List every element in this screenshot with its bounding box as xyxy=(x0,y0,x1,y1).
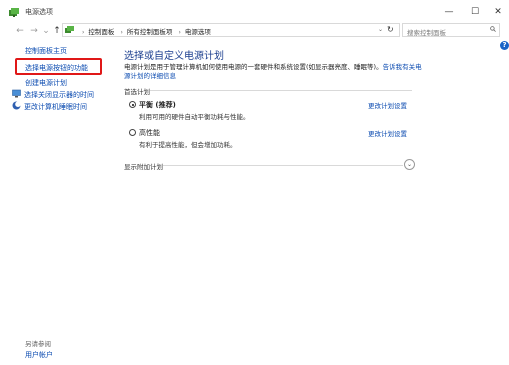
show-additional-plans-label[interactable]: 显示附加计划 xyxy=(124,161,163,171)
balanced-change-settings-link[interactable]: 更改计划设置 xyxy=(368,100,407,110)
monitor-icon xyxy=(12,89,21,98)
balanced-plan-name[interactable]: 平衡 (推荐) xyxy=(139,100,176,110)
see-also-label: 另请参阅 xyxy=(25,340,51,348)
description-text: 电源计划是用于管理计算机如何使用电源的一套硬件和系统设置(如显示器亮度、睡眠等)… xyxy=(124,63,383,71)
divider xyxy=(150,90,412,91)
high-performance-radio[interactable] xyxy=(129,129,136,136)
chevron-down-icon[interactable]: ⌄ xyxy=(404,159,415,170)
back-arrow-icon[interactable]: ← xyxy=(14,25,26,37)
power-options-icon xyxy=(9,8,19,17)
control-panel-icon xyxy=(65,26,74,33)
breadcrumb-all-items[interactable]: 所有控制面板项 xyxy=(127,28,173,36)
sidebar-control-panel-home[interactable]: 控制面板主页 xyxy=(25,46,67,56)
breadcrumb-power-options[interactable]: 电源选项 xyxy=(185,28,211,36)
search-icon xyxy=(490,26,496,32)
breadcrumb-control-panel[interactable]: 控制面板 xyxy=(88,28,114,36)
sidebar-item-sleep-time[interactable]: 更改计算机睡眠时间 xyxy=(24,102,87,112)
maximize-button[interactable]: ☐ xyxy=(465,4,485,20)
title-bar xyxy=(0,0,509,24)
high-performance-plan-desc: 有利于提高性能，但会增加功耗。 xyxy=(139,141,237,149)
divider xyxy=(163,165,403,166)
breadcrumb: › 控制面板 › 所有控制面板项 › 电源选项 xyxy=(82,28,211,36)
sidebar-item-create-plan[interactable]: 创建电源计划 xyxy=(25,78,67,88)
close-button[interactable]: ✕ xyxy=(488,4,508,20)
page-description: 电源计划是用于管理计算机如何使用电源的一套硬件和系统设置(如显示器亮度、睡眠等)… xyxy=(124,63,424,81)
sidebar-item-display-off[interactable]: 选择关闭显示器的时间 xyxy=(24,90,94,100)
minimize-button[interactable]: — xyxy=(439,4,459,20)
forward-arrow-icon[interactable]: → xyxy=(28,25,40,37)
user-accounts-link[interactable]: 用户帐户 xyxy=(25,350,53,360)
search-input[interactable]: 搜索控制面板 xyxy=(402,23,500,37)
high-performance-plan-name[interactable]: 高性能 xyxy=(139,128,160,138)
address-dropdown-icon[interactable]: ⌄ xyxy=(378,26,383,33)
refresh-icon[interactable]: ↻ xyxy=(387,25,394,34)
page-title: 选择或自定义电源计划 xyxy=(124,51,224,62)
balanced-radio[interactable] xyxy=(129,101,136,108)
balanced-plan-desc: 利用可用的硬件自动平衡功耗与性能。 xyxy=(139,113,250,121)
high-performance-change-settings-link[interactable]: 更改计划设置 xyxy=(368,128,407,138)
preferred-plans-label: 首选计划 xyxy=(124,88,150,96)
sidebar-item-power-button[interactable]: 选择电源按钮的功能 xyxy=(25,63,88,73)
window-title: 电源选项 xyxy=(25,8,53,16)
sleep-moon-icon xyxy=(12,101,21,110)
help-icon[interactable]: ? xyxy=(500,41,509,50)
